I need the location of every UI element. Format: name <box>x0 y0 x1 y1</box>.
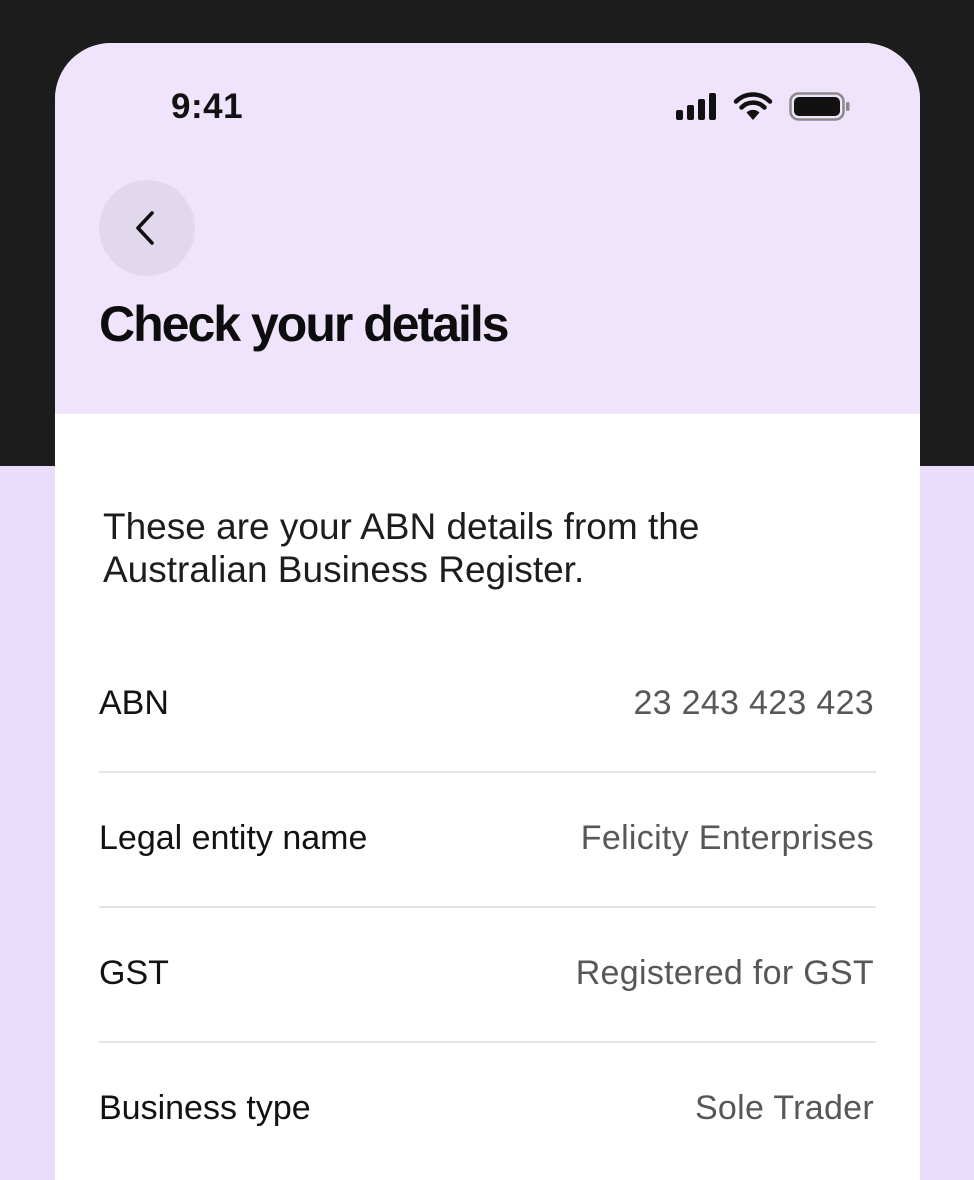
detail-value: 23 243 423 423 <box>633 684 874 722</box>
detail-label: Business type <box>99 1089 311 1127</box>
header: 9:41 Check your details <box>55 43 920 414</box>
cellular-signal-icon <box>676 93 716 120</box>
detail-label: Legal entity name <box>99 819 368 857</box>
detail-value: Registered for GST <box>575 954 874 992</box>
intro-text: These are your ABN details from the Aust… <box>103 506 700 590</box>
detail-row-abn: ABN 23 243 423 423 <box>99 638 876 773</box>
page-title: Check your details <box>99 296 510 352</box>
detail-label: ABN <box>99 684 169 722</box>
wifi-icon <box>733 92 773 120</box>
detail-row-business-type: Business type Sole Trader <box>99 1043 876 1176</box>
detail-row-legal-entity-name: Legal entity name Felicity Enterprises <box>99 773 876 908</box>
status-time: 9:41 <box>171 87 244 126</box>
details-list: ABN 23 243 423 423 Legal entity name Fel… <box>99 638 876 1176</box>
status-icons <box>675 91 855 125</box>
battery-icon <box>789 92 850 121</box>
chevron-left-icon <box>136 211 154 245</box>
back-button[interactable] <box>99 180 195 276</box>
detail-value: Sole Trader <box>694 1089 874 1127</box>
phone-screen: 9:41 Check your details These are your A… <box>55 43 920 1180</box>
detail-value: Felicity Enterprises <box>580 819 874 857</box>
detail-label: GST <box>99 954 169 992</box>
detail-row-gst: GST Registered for GST <box>99 908 876 1043</box>
